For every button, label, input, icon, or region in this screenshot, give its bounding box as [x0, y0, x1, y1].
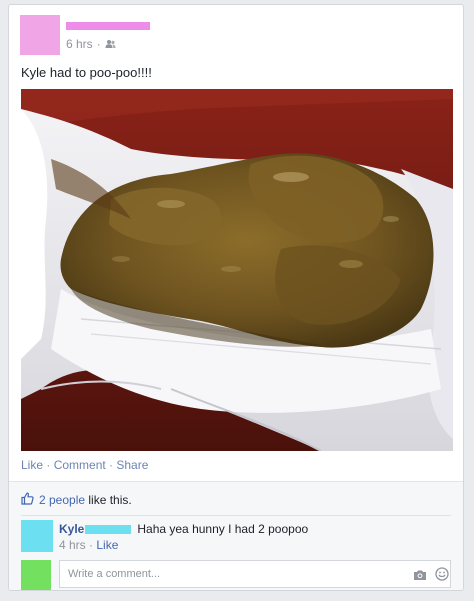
- comment-timestamp[interactable]: 4 hrs: [59, 538, 86, 552]
- likes-suffix: like this.: [85, 493, 132, 507]
- thumbs-up-icon: [21, 492, 34, 508]
- comment-meta-sep: ·: [85, 538, 97, 552]
- commenter-name[interactable]: Kyle: [59, 522, 84, 536]
- comment-input[interactable]: [59, 560, 451, 588]
- likers-link[interactable]: 2 people: [39, 493, 85, 507]
- comment-body: Kyle Haha yea hunny I had 2 poopoo: [59, 522, 308, 536]
- camera-icon[interactable]: [413, 568, 427, 580]
- comment-like-link[interactable]: Like: [96, 538, 118, 552]
- post-photo[interactable]: [21, 89, 453, 451]
- post-timestamp[interactable]: 6 hrs: [66, 37, 93, 51]
- share-link[interactable]: Share: [116, 458, 148, 472]
- commenter-name-redacted[interactable]: [85, 524, 132, 534]
- post-header: 6 hrs ·: [20, 15, 450, 55]
- comment-composer: [21, 560, 451, 590]
- actions-sep-2: ·: [105, 458, 117, 472]
- feedback-divider: [21, 515, 451, 516]
- poster-avatar[interactable]: [20, 15, 60, 55]
- post-actions: Like · Comment · Share: [21, 458, 148, 472]
- actions-sep-1: ·: [43, 458, 54, 472]
- friends-icon[interactable]: [105, 39, 116, 49]
- comment-link[interactable]: Comment: [54, 458, 106, 472]
- poster-name-redacted[interactable]: [66, 22, 150, 30]
- emoji-icon[interactable]: [435, 567, 449, 581]
- meta-separator: ·: [96, 37, 101, 51]
- likes-summary: 2 people like this.: [21, 492, 132, 508]
- self-avatar: [21, 560, 51, 590]
- comment-meta: 4 hrs · Like: [59, 538, 118, 552]
- post-meta: 6 hrs ·: [66, 37, 116, 51]
- feedback-section: 2 people like this. Kyle Haha yea hunny …: [9, 481, 463, 590]
- comment-item: Kyle Haha yea hunny I had 2 poopoo 4 hrs…: [21, 520, 451, 556]
- post-text: Kyle had to poo-poo!!!!: [21, 65, 152, 80]
- comment-text: Haha yea hunny I had 2 poopoo: [137, 522, 309, 536]
- commenter-avatar[interactable]: [21, 520, 53, 552]
- like-link[interactable]: Like: [21, 458, 43, 472]
- post-card: 6 hrs · Kyle had to poo-poo!!!! Like · C…: [8, 4, 464, 591]
